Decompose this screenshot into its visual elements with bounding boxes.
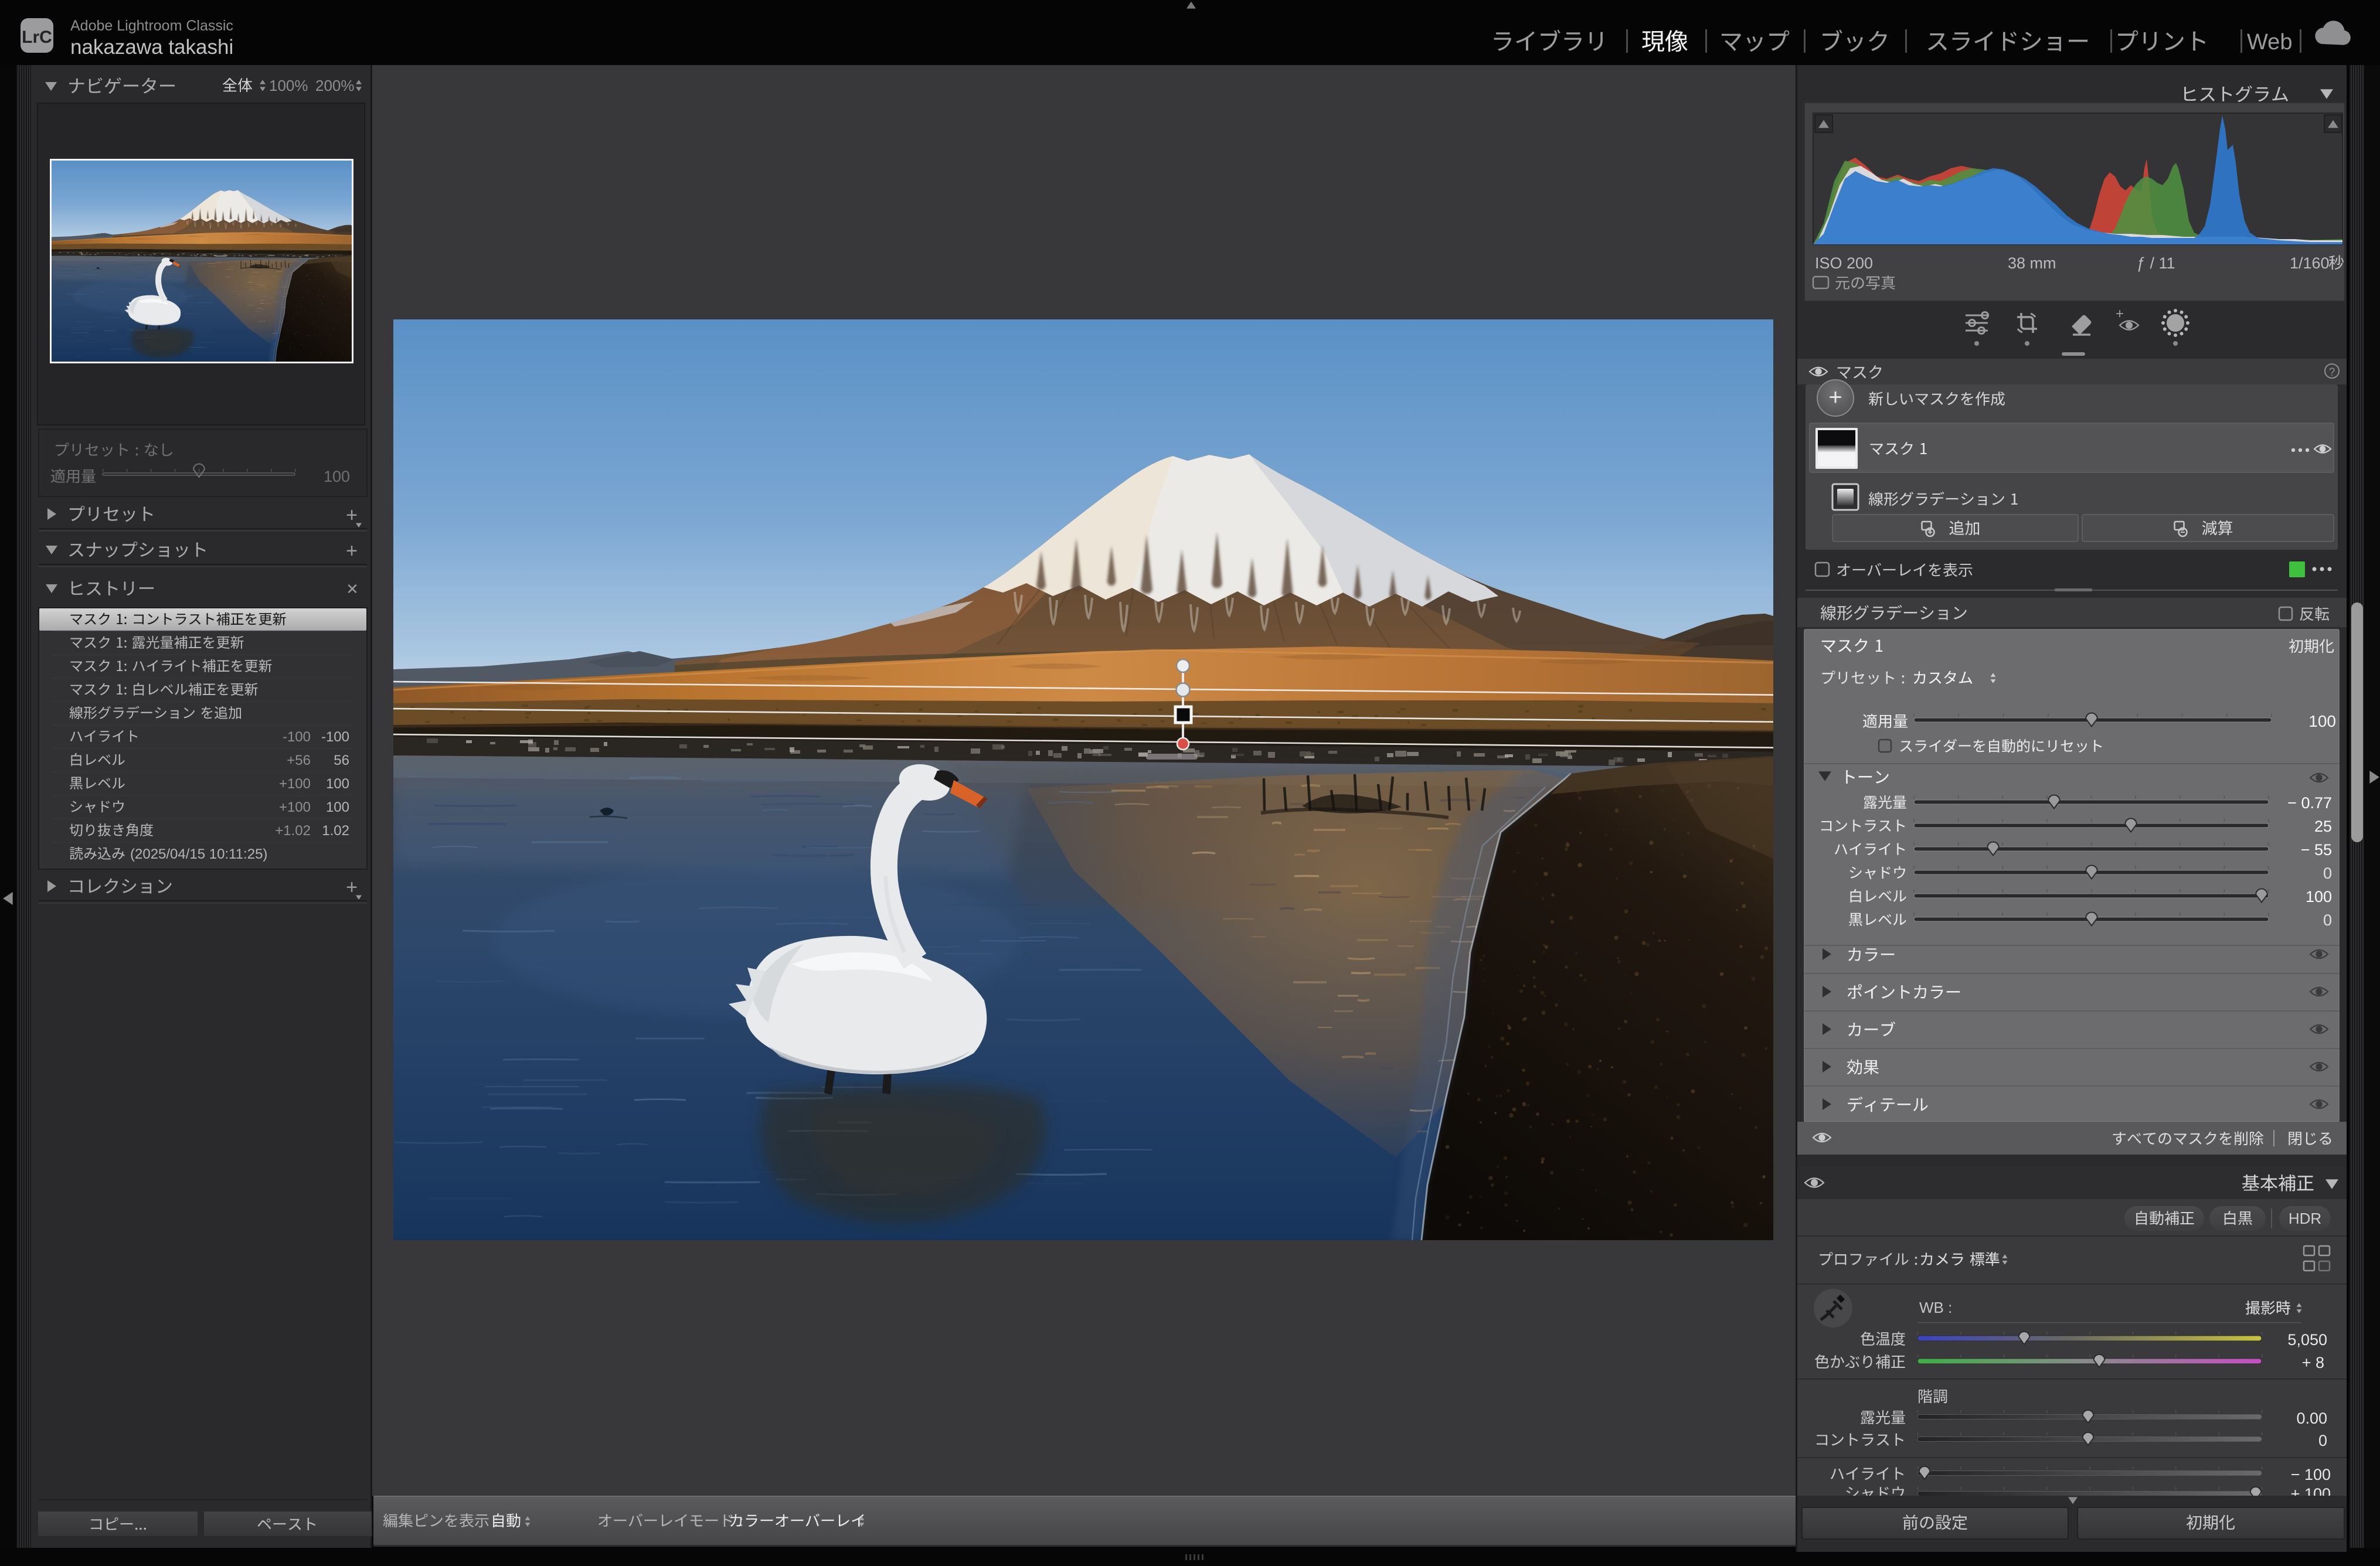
svg-text:100: 100 bbox=[324, 468, 350, 485]
svg-text:− 100: − 100 bbox=[2291, 1466, 2331, 1483]
svg-text:+: + bbox=[346, 876, 358, 898]
svg-text:1.02: 1.02 bbox=[322, 823, 349, 839]
svg-text:ƒ / 11: ƒ / 11 bbox=[2137, 254, 2175, 272]
svg-text:(2025/04/15 10:11:25): (2025/04/15 10:11:25) bbox=[130, 846, 267, 862]
svg-text:-100: -100 bbox=[321, 729, 349, 745]
svg-text:5,050: 5,050 bbox=[2287, 1331, 2327, 1349]
svg-text:✕: ✕ bbox=[346, 580, 359, 598]
svg-text:100: 100 bbox=[2306, 888, 2332, 905]
svg-text:− 55: − 55 bbox=[2301, 841, 2332, 859]
svg-text:-100: -100 bbox=[283, 729, 311, 745]
svg-text:+56: +56 bbox=[287, 753, 311, 768]
svg-text:nakazawa takashi: nakazawa takashi bbox=[70, 36, 233, 59]
svg-text:?: ? bbox=[2329, 366, 2335, 379]
svg-text:Adobe Lightroom Classic: Adobe Lightroom Classic bbox=[70, 18, 233, 34]
svg-text:HDR: HDR bbox=[2289, 1210, 2321, 1227]
svg-text:0.00: 0.00 bbox=[2296, 1410, 2327, 1427]
svg-text:+100: +100 bbox=[279, 799, 311, 815]
svg-text:100: 100 bbox=[326, 799, 349, 815]
svg-text:0: 0 bbox=[2323, 864, 2332, 882]
svg-text:WB :: WB : bbox=[1919, 1299, 1952, 1316]
svg-text:+1.02: +1.02 bbox=[275, 823, 311, 839]
svg-text:+: + bbox=[346, 504, 358, 526]
svg-text:+: + bbox=[2116, 306, 2124, 322]
svg-text:100%: 100% bbox=[269, 77, 308, 94]
svg-text:1/160: 1/160 bbox=[2290, 254, 2330, 272]
svg-text:56: 56 bbox=[334, 753, 349, 768]
svg-text:Web: Web bbox=[2247, 30, 2292, 55]
svg-text:38 mm: 38 mm bbox=[2008, 254, 2056, 272]
svg-text:0: 0 bbox=[2323, 911, 2332, 929]
svg-text:LrC: LrC bbox=[22, 28, 52, 47]
svg-text:100: 100 bbox=[326, 776, 349, 792]
svg-text:+: + bbox=[346, 540, 358, 562]
svg-text:0: 0 bbox=[2318, 1432, 2327, 1449]
svg-text:+100: +100 bbox=[279, 776, 311, 792]
svg-text:100: 100 bbox=[2308, 712, 2336, 730]
svg-text:25: 25 bbox=[2314, 818, 2332, 835]
svg-text:200%: 200% bbox=[315, 77, 355, 94]
svg-text:+ 8: + 8 bbox=[2302, 1354, 2324, 1371]
svg-text:− 0.77: − 0.77 bbox=[2287, 794, 2332, 812]
svg-text:+: + bbox=[1828, 384, 1842, 410]
svg-text:ISO 200: ISO 200 bbox=[1815, 254, 1873, 272]
